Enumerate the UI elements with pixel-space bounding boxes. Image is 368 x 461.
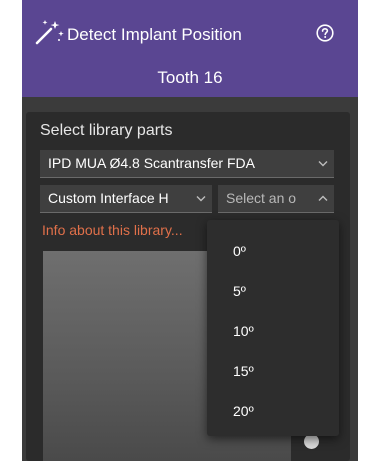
- angle-option-20[interactable]: 20º: [233, 403, 254, 419]
- angle-select[interactable]: Select an o: [218, 185, 334, 213]
- library-info-link[interactable]: Info about this library...: [42, 222, 183, 238]
- library-select[interactable]: IPD MUA Ø4.8 Scantransfer FDA: [40, 150, 334, 178]
- tooth-label: Tooth 16: [157, 68, 223, 87]
- panel-title: Detect Implant Position: [67, 25, 242, 44]
- interface-select[interactable]: Custom Interface H: [40, 185, 212, 213]
- chevron-down-icon: [318, 161, 328, 167]
- angle-dropdown-menu: 0º 5º 10º 15º 20º: [207, 220, 339, 436]
- angle-option-10[interactable]: 10º: [233, 323, 254, 339]
- angle-option-0[interactable]: 0º: [233, 243, 246, 259]
- magic-wand-icon: [35, 20, 64, 45]
- help-icon[interactable]: [316, 24, 334, 42]
- angle-select-placeholder: Select an o: [226, 190, 297, 206]
- scroll-handle[interactable]: [304, 434, 319, 449]
- panel-header: Detect Implant Position Tooth 16: [22, 0, 358, 97]
- library-select-value: IPD MUA Ø4.8 Scantransfer FDA: [48, 155, 255, 171]
- angle-option-15[interactable]: 15º: [233, 363, 254, 379]
- chevron-down-icon: [196, 196, 206, 202]
- angle-option-5[interactable]: 5º: [233, 283, 246, 299]
- section-label: Select library parts: [40, 122, 173, 139]
- interface-select-value: Custom Interface H: [48, 190, 169, 206]
- chevron-up-icon: [318, 195, 328, 201]
